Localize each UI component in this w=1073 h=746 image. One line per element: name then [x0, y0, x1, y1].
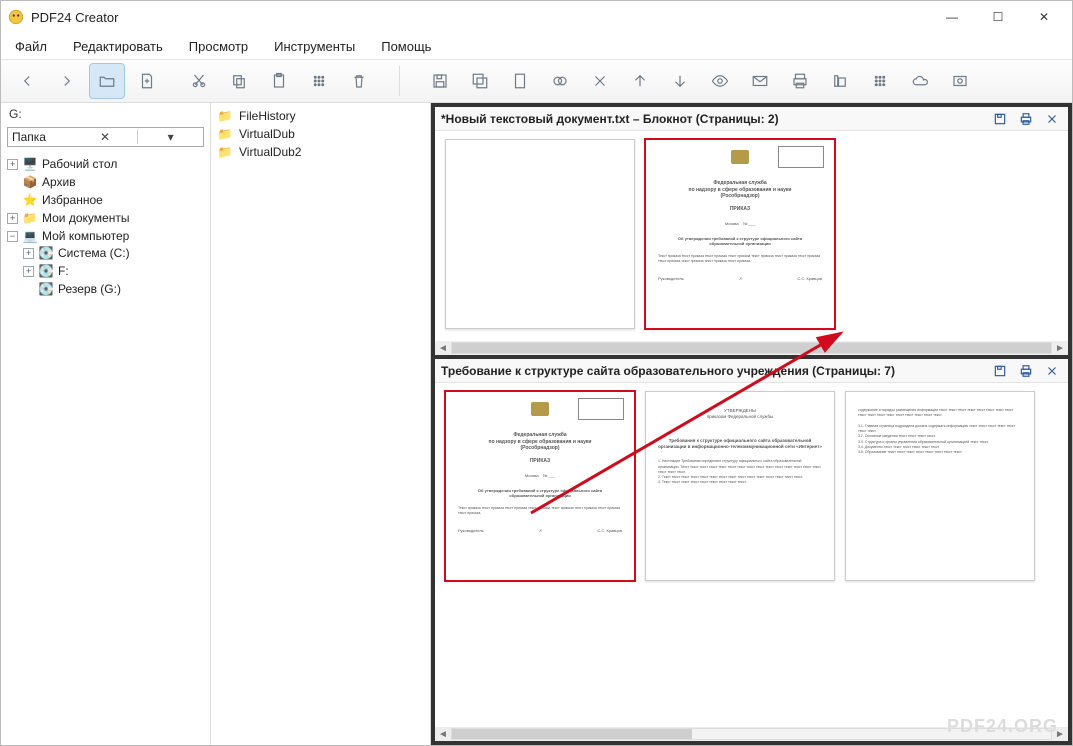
app-icon	[7, 8, 25, 26]
cloud-button[interactable]	[902, 63, 938, 99]
expand-icon[interactable]: +	[7, 159, 18, 170]
print-button[interactable]	[782, 63, 818, 99]
menu-tools[interactable]: Инструменты	[270, 37, 359, 56]
move-down-button[interactable]	[662, 63, 698, 99]
folder-combo[interactable]: Папка ✕ ▾	[7, 127, 204, 147]
doc-close-button[interactable]	[1042, 109, 1062, 129]
copy-button[interactable]	[221, 63, 257, 99]
doc1-title: *Новый текстовый документ.txt – Блокнот …	[441, 112, 984, 126]
doc2-title: Требование к структуре сайта образовател…	[441, 364, 984, 378]
folder-icon: 📁	[217, 126, 233, 142]
doc-print-button[interactable]	[1016, 361, 1036, 381]
expand-icon[interactable]: +	[23, 248, 34, 259]
drive-icon: 💽	[38, 245, 54, 261]
menu-file[interactable]: Файл	[11, 37, 51, 56]
menu-edit[interactable]: Редактировать	[69, 37, 167, 56]
new-doc-button[interactable]	[502, 63, 538, 99]
paste-button[interactable]	[261, 63, 297, 99]
tree-favorites[interactable]: Избранное	[42, 193, 103, 207]
save-all-button[interactable]	[462, 63, 498, 99]
folder-combo-dropdown[interactable]: ▾	[137, 130, 203, 144]
doc-save-button[interactable]	[990, 361, 1010, 381]
tree-drive-g[interactable]: Резерв (G:)	[58, 282, 121, 296]
tree-mycomputer[interactable]: Мой компьютер	[42, 229, 129, 243]
scroll-left-icon[interactable]: ◄	[435, 343, 451, 354]
folder-item[interactable]: 📁VirtualDub	[217, 125, 424, 143]
page-thumbnail-selected[interactable]: Федеральная службапо надзору в сфере обр…	[445, 391, 635, 581]
scroll-right-icon[interactable]: ►	[1052, 343, 1068, 354]
desktop-icon: 🖥️	[22, 156, 38, 172]
folder-icon: 📁	[217, 108, 233, 124]
merge-button[interactable]	[542, 63, 578, 99]
scroll-left-icon[interactable]: ◄	[435, 729, 451, 740]
collapse-icon[interactable]: −	[7, 231, 18, 242]
folder-item[interactable]: 📁FileHistory	[217, 107, 424, 125]
documents-icon: 📁	[22, 210, 38, 226]
workspace: *Новый текстовый документ.txt – Блокнот …	[431, 103, 1072, 745]
document-panel-2: Требование к структуре сайта образовател…	[435, 359, 1068, 741]
expand-icon[interactable]: +	[7, 213, 18, 224]
menu-help[interactable]: Помощь	[377, 37, 435, 56]
expand-icon[interactable]: +	[23, 266, 34, 277]
computer-icon: 💻	[22, 228, 38, 244]
add-file-button[interactable]	[129, 63, 165, 99]
window-title: PDF24 Creator	[31, 10, 930, 25]
screenshot-button[interactable]	[942, 63, 978, 99]
folder-icon: 📁	[217, 144, 233, 160]
close-button[interactable]: ✕	[1022, 3, 1066, 31]
page-thumbnail-selected[interactable]: Федеральная службапо надзору в сфере обр…	[645, 139, 835, 329]
page-thumbnail[interactable]	[445, 139, 635, 329]
doc1-scrollbar[interactable]: ◄ ►	[435, 341, 1068, 355]
folder-combo-clear[interactable]: ✕	[73, 130, 138, 144]
doc-print-button[interactable]	[1016, 109, 1036, 129]
delete-button[interactable]	[341, 63, 377, 99]
doc-close-button[interactable]	[1042, 361, 1062, 381]
preview-button[interactable]	[702, 63, 738, 99]
folder-list: 📁FileHistory 📁VirtualDub 📁VirtualDub2	[211, 103, 431, 745]
fax-button[interactable]	[822, 63, 858, 99]
grid2-button[interactable]	[862, 63, 898, 99]
open-folder-button[interactable]	[89, 63, 125, 99]
email-button[interactable]	[742, 63, 778, 99]
nav-forward-button[interactable]	[49, 63, 85, 99]
tree-mydocs[interactable]: Мои документы	[42, 211, 129, 225]
brand-watermark: PDF24.ORG	[947, 716, 1058, 737]
toolbar	[1, 59, 1072, 103]
doc2-pages[interactable]: Федеральная службапо надзору в сфере обр…	[435, 383, 1068, 727]
app-window: PDF24 Creator — ☐ ✕ Файл Редактировать П…	[0, 0, 1073, 746]
cut-button[interactable]	[181, 63, 217, 99]
menu-view[interactable]: Просмотр	[185, 37, 252, 56]
menubar: Файл Редактировать Просмотр Инструменты …	[1, 33, 1072, 59]
drive-icon: 💽	[38, 281, 54, 297]
archive-icon: 📦	[22, 174, 38, 190]
nav-back-button[interactable]	[9, 63, 45, 99]
page-thumbnail[interactable]: УТВЕРЖДЕНЫприказом Федеральной службы Тр…	[645, 391, 835, 581]
drive-icon: 💽	[38, 263, 54, 279]
tree-drive-f[interactable]: F:	[58, 264, 69, 278]
maximize-button[interactable]: ☐	[976, 3, 1020, 31]
page-thumbnail[interactable]: содержание и порядок размещения информац…	[845, 391, 1035, 581]
document-panel-1: *Новый текстовый документ.txt – Блокнот …	[435, 107, 1068, 355]
doc1-pages[interactable]: Федеральная службапо надзору в сфере обр…	[435, 131, 1068, 341]
tree-archive[interactable]: Архив	[42, 175, 76, 189]
drive-label: G:	[1, 103, 210, 125]
remove-x-button[interactable]	[582, 63, 618, 99]
minimize-button[interactable]: —	[930, 3, 974, 31]
tree-drive-c[interactable]: Система (C:)	[58, 246, 130, 260]
folder-tree[interactable]: + 🖥️ Рабочий стол 📦 Архив ⭐ Избранное + 📁 Мои …	[1, 151, 210, 745]
doc-save-button[interactable]	[990, 109, 1010, 129]
sidebar: G: Папка ✕ ▾ + 🖥️ Рабочий стол 📦 Архив ⭐ Изб…	[1, 103, 211, 745]
favorites-icon: ⭐	[22, 192, 38, 208]
grid-button[interactable]	[301, 63, 337, 99]
folder-item[interactable]: 📁VirtualDub2	[217, 143, 424, 161]
move-up-button[interactable]	[622, 63, 658, 99]
tree-desktop[interactable]: Рабочий стол	[42, 157, 117, 171]
folder-combo-label: Папка	[8, 130, 73, 144]
titlebar: PDF24 Creator — ☐ ✕	[1, 1, 1072, 33]
save-button[interactable]	[422, 63, 458, 99]
